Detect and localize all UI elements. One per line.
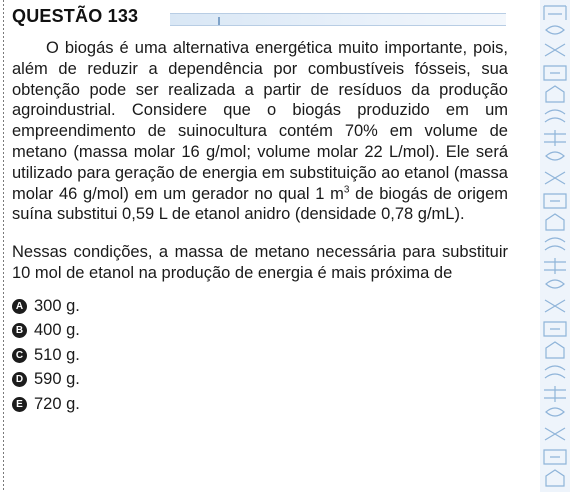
question-stem: O biogás é uma alternativa energética mu… (12, 38, 508, 225)
option-letter-badge: D (12, 372, 27, 388)
option-text: 400 g. (34, 321, 80, 340)
answer-options: A 300 g. B 400 g. C 510 g. D 590 g. E 72… (12, 294, 508, 417)
decorative-side-strip (540, 0, 570, 492)
option-text: 510 g. (34, 345, 80, 364)
title-decoration-bar (170, 13, 506, 26)
option-letter-badge: C (12, 347, 27, 363)
option-text: 720 g. (34, 394, 80, 413)
option-c[interactable]: C 510 g. (12, 343, 508, 368)
option-letter-badge: A (12, 298, 27, 314)
option-text: 300 g. (34, 296, 80, 315)
option-b[interactable]: B 400 g. (12, 318, 508, 343)
option-letter-badge: E (12, 396, 27, 412)
question-prompt: Nessas condições, a massa de metano nece… (12, 243, 508, 282)
option-a[interactable]: A 300 g. (12, 294, 508, 319)
question-header: QUESTÃO 133 (12, 4, 508, 30)
option-text: 590 g. (34, 370, 80, 389)
option-letter-badge: B (12, 323, 27, 339)
stem-text-part1: O biogás é uma alternativa energética mu… (12, 39, 508, 203)
question-content: QUESTÃO 133 O biogás é uma alternativa e… (12, 4, 508, 416)
title-bar-tick (218, 17, 220, 25)
question-title: QUESTÃO 133 (12, 6, 139, 26)
side-pattern-graphic (543, 5, 567, 487)
option-d[interactable]: D 590 g. (12, 367, 508, 392)
left-dotted-rule (3, 0, 4, 492)
option-e[interactable]: E 720 g. (12, 392, 508, 417)
